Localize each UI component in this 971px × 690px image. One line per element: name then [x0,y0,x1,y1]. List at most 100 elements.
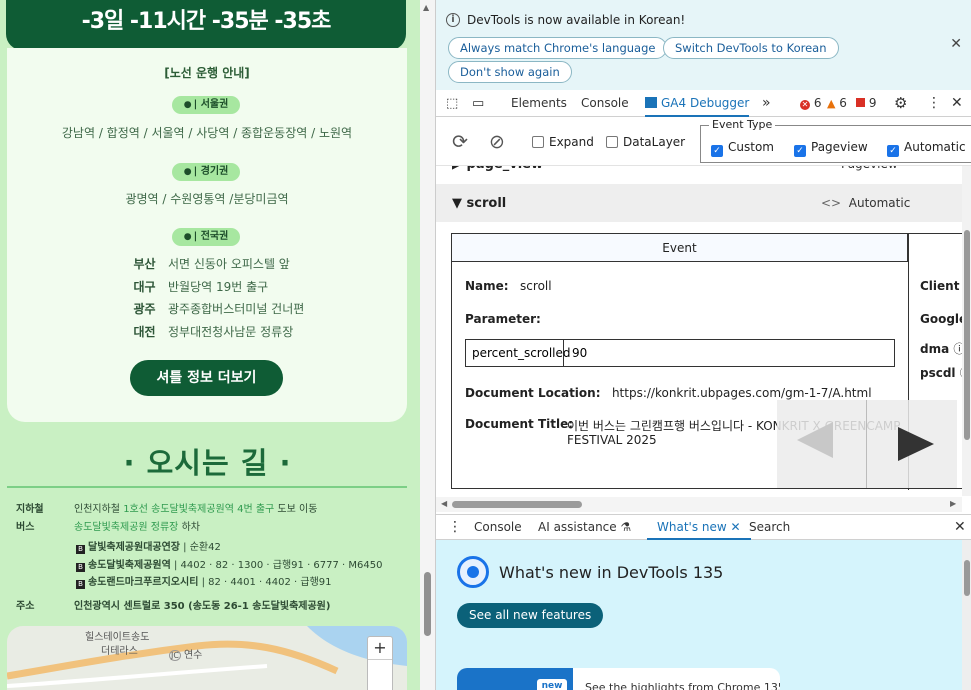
close-icon[interactable]: ✕ [950,36,962,52]
pageview-checkbox[interactable]: ✓ Pageview [794,140,868,157]
scroll-left-arrow-icon[interactable]: ◀ [441,499,447,508]
expand-label: Expand [549,135,594,149]
doc-location-field: Document Location: https://konkrit.ubpag… [465,386,872,400]
dont-show-again-button[interactable]: Don't show again [448,61,572,83]
checkbox-box[interactable] [606,136,618,148]
settings-gear-icon[interactable]: ⚙ [894,90,907,117]
nav-divider [866,400,867,488]
automatic-checkbox[interactable]: ✓ Automatic [887,140,966,157]
custom-checkbox[interactable]: ✓ Custom [711,140,774,157]
whats-new-scrollbar[interactable] [962,540,971,690]
clear-icon[interactable]: ⊘ [489,131,505,153]
error-count: 6 [813,96,822,110]
map-place-label: 더테라스 [101,646,138,657]
subway-text: 인천지하철 1호선 송도달빛축제공원역 4번 출구 도보 이동 [74,500,317,515]
ga4-vertical-scrollbar[interactable] [962,166,971,496]
city-name: 부산 [133,257,156,271]
switch-korean-button[interactable]: Switch DevTools to Korean [663,37,839,59]
event-name-text: scroll [466,196,507,211]
issue-count: 9 [868,96,877,110]
see-all-features-button[interactable]: See all new features [457,603,604,628]
event-row-scroll[interactable]: ▼ scroll <> Automatic [436,184,962,222]
scrollbar-thumb[interactable] [964,230,970,440]
tab-ga4-debugger[interactable]: GA4 Debugger [645,90,750,117]
chrome-devtools-logo-icon [457,556,489,588]
datalayer-checkbox[interactable]: DataLayer [606,135,685,149]
refresh-icon[interactable]: ⟳ [452,131,468,153]
address-label: 주소 [16,601,35,612]
region-badge-label: | 서울권 [193,99,229,110]
event-name: ▼ scroll [452,196,506,211]
directions-title: · 오시는 길 · [123,446,292,480]
ga4-horizontal-scrollbar[interactable]: ◀ ▶ [436,497,962,512]
device-toolbar-icon[interactable]: ▭ [472,90,484,117]
drawer-tab-ai-assistance[interactable]: AI assistance ⚗ [538,515,631,540]
kebab-menu-icon[interactable]: ⋮ [927,90,941,117]
pageview-label: Pageview [811,140,868,154]
bus-line-row: B 송도달빛축제공원역 | 4402 · 82 · 1300 · 급행91 · 6… [76,556,383,572]
countdown-timer: -3일 -11시간 -35분 -35초 [6,0,406,50]
error-counter[interactable]: ✕ 6 [800,90,821,117]
drawer-menu-icon[interactable]: ⋮ [448,515,462,540]
close-drawer-icon[interactable]: ✕ [954,515,966,540]
expand-checkbox[interactable]: Expand [532,135,594,149]
event-kind: <> Automatic [821,196,910,210]
scroll-right-arrow-icon[interactable]: ▶ [950,499,956,508]
checkbox-box[interactable] [532,136,544,148]
match-language-button[interactable]: Always match Chrome's language [448,37,668,59]
tab-elements[interactable]: Elements [511,90,567,117]
person-pin-icon: ● [183,167,192,177]
close-tab-icon[interactable]: ✕ [731,520,741,534]
drawer-tab-search[interactable]: Search [749,515,790,540]
drawer-tab-console[interactable]: Console [474,515,522,540]
checkbox-checked[interactable]: ✓ [711,145,723,157]
issue-counter[interactable]: 9 [856,90,876,117]
bus-line-row: B 달빛축제공원대공연장 | 순환42 [76,538,221,554]
previous-arrow-icon[interactable] [797,422,833,458]
inspect-element-icon[interactable]: ⬚ [446,90,458,117]
field-label: Document Location: [465,386,601,400]
whats-new-title: What's new in DevTools 135 [499,563,724,582]
drawer-tab-whats-new[interactable]: What's new ✕ [647,515,751,540]
devtools-panel: i DevTools is now available in Korean! A… [435,0,971,690]
checkbox-checked[interactable]: ✓ [794,145,806,157]
city-name: 광주 [133,302,156,316]
event-kind: Pageview [841,166,898,171]
page-scrollbar-thumb[interactable] [424,572,431,636]
scroll-up-arrow-icon[interactable]: ▲ [423,3,429,12]
page-scrollbar[interactable]: ▲ [420,0,435,690]
tab-console[interactable]: Console [581,90,629,117]
more-tabs-icon[interactable]: » [762,90,771,117]
city-name: 대전 [133,325,156,339]
warning-counter[interactable]: ▲ 6 [827,90,847,117]
event-name-field: Name: scroll [465,279,552,293]
city-name: 대구 [133,280,156,294]
national-row-busan: 부산 서면 신동아 오피스텔 앞 [121,255,289,272]
automatic-label: Automatic [904,140,966,154]
ga4-icon [645,97,657,108]
bus-stop-name: 달빛축제공원대공연장 [88,542,180,553]
scrollbar-thumb[interactable] [964,560,970,596]
location-map[interactable]: 힐스테이트송도 더테라스 JC 연수 + [7,626,407,690]
event-kind-text: Automatic [848,196,911,210]
parameter-table: percent_scrolled 90 [465,339,895,367]
zoom-in-button[interactable]: + [368,637,392,660]
field-value: https://konkrit.ubpages.com/gm-1-7/A.htm… [611,386,872,400]
event-row-page-view[interactable]: ▶ page_view Pageview [436,166,962,175]
highlights-card[interactable]: new See the highlights from Chrome 135 [457,668,780,690]
junction-name: 연수 [183,650,203,661]
bus-stop-name: 송도랜드마크푸르지오시티 [88,577,199,588]
checkbox-checked[interactable]: ✓ [887,145,899,157]
map-zoom-control: + [367,636,393,690]
junction-badge: JC [169,650,181,661]
close-devtools-icon[interactable]: ✕ [951,90,963,117]
scrollbar-thumb[interactable] [452,501,582,508]
language-infobar: i DevTools is now available in Korean! A… [436,0,971,90]
event-type-filter: Event Type ✓ Custom ✓ Pageview ✓ Automatic [700,118,971,163]
bus-stop-icon: B [76,580,85,589]
client-dma: dma ⓘ [920,340,962,357]
client-pscdl: pscdl ⓘ [920,364,962,381]
national-row-daegu: 대구 반월당역 19번 출구 [121,278,268,295]
shuttle-info-more-button[interactable]: 셔틀 정보 더보기 [130,360,283,396]
next-arrow-icon[interactable] [898,427,934,461]
